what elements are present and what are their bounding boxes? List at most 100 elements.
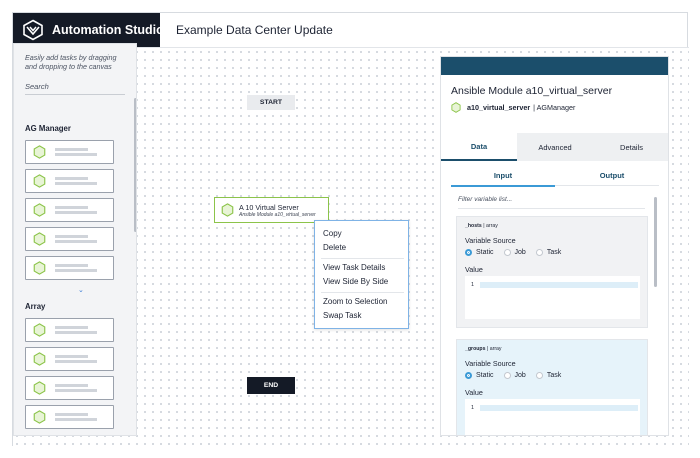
tile-sublabel-placeholder [55, 269, 97, 272]
tile-label-placeholder [55, 384, 88, 387]
tab-output[interactable]: Output [555, 171, 668, 185]
task-details-panel: Ansible Module a10_virtual_server a10_vi… [440, 56, 669, 436]
task-hexagon-icon [33, 232, 46, 246]
section-title-array: Array [25, 302, 46, 311]
tile-sublabel-placeholder [55, 211, 97, 214]
palette-task-tile[interactable] [25, 318, 114, 342]
palette-hint: Easily add tasks by dragging and droppin… [25, 53, 117, 71]
palette-task-tile[interactable] [25, 169, 114, 193]
variable-source-label: Variable Source [465, 236, 516, 245]
task-hexagon-icon [33, 410, 46, 424]
palette-scrollbar[interactable] [134, 98, 136, 232]
tile-sublabel-placeholder [55, 182, 97, 185]
palette-task-tile[interactable] [25, 256, 114, 280]
radio-static[interactable] [465, 249, 472, 256]
tile-label-placeholder [55, 177, 88, 180]
radio-static-label: Static [476, 372, 494, 379]
tile-label-placeholder [55, 148, 88, 151]
input-tab-underline [451, 185, 555, 187]
task-palette: Easily add tasks by dragging and droppin… [13, 43, 137, 436]
section-title-ag-manager: AG Manager [25, 124, 71, 133]
radio-task[interactable] [535, 372, 543, 379]
tile-sublabel-placeholder [55, 418, 97, 421]
tile-label-placeholder [55, 235, 88, 238]
line-number: 1 [471, 282, 475, 288]
line-number: 1 [471, 405, 475, 411]
task-node-title: A 10 Virtual Server [239, 203, 299, 212]
menu-separator [321, 258, 404, 259]
panel-scrollbar[interactable] [654, 197, 657, 287]
tile-sublabel-placeholder [55, 389, 97, 392]
active-line-highlight [480, 405, 638, 411]
variable-card-groups: _groups | array Variable Source Static J… [456, 339, 648, 435]
task-node-subtitle: Ansible Module a10_virtual_server [239, 212, 316, 218]
radio-task[interactable] [535, 249, 543, 256]
tile-label-placeholder [55, 355, 88, 358]
task-hexagon-icon [33, 261, 46, 275]
start-node[interactable]: START [247, 95, 295, 110]
menu-item-delete[interactable]: Delete [323, 243, 346, 252]
task-hexagon-icon [33, 381, 46, 395]
value-label: Value [465, 265, 483, 274]
radio-task-label: Task [546, 372, 562, 379]
radio-task-label: Task [546, 249, 562, 256]
palette-task-tile[interactable] [25, 376, 114, 400]
palette-task-tile[interactable] [25, 198, 114, 222]
output-tab-underline [555, 185, 659, 186]
variable-name: _groups | array [465, 346, 502, 352]
panel-header-bar [441, 57, 668, 75]
palette-task-tile[interactable] [25, 405, 114, 429]
menu-item-copy[interactable]: Copy [323, 229, 342, 238]
variable-source-label: Variable Source [465, 359, 516, 368]
chevron-down-icon[interactable]: ⌄ [78, 286, 84, 294]
page-title: Example Data Center Update [176, 23, 333, 37]
tile-sublabel-placeholder [55, 240, 97, 243]
task-hexagon-icon [33, 352, 46, 366]
module-name: a10_virtual_server [467, 103, 531, 112]
palette-task-tile[interactable] [25, 140, 114, 164]
end-node[interactable]: END [247, 377, 295, 394]
tile-label-placeholder [55, 206, 88, 209]
context-menu: Copy Delete View Task Details View Side … [314, 220, 409, 329]
task-hexagon-icon [221, 203, 234, 217]
tile-label-placeholder [55, 326, 88, 329]
tab-advanced[interactable]: Advanced [517, 133, 593, 161]
brand-bar[interactable]: Automation Studio [13, 13, 164, 47]
tab-details[interactable]: Details [593, 133, 668, 161]
tile-sublabel-placeholder [55, 153, 97, 156]
tile-sublabel-placeholder [55, 331, 97, 334]
radio-job[interactable] [503, 249, 511, 256]
radio-static[interactable] [465, 372, 472, 379]
palette-search-input[interactable]: Search [25, 82, 125, 95]
active-line-highlight [480, 282, 638, 288]
task-hexagon-icon [33, 145, 46, 159]
menu-item-view-side-by-side[interactable]: View Side By Side [323, 277, 388, 286]
menu-item-zoom-to-selection[interactable]: Zoom to Selection [323, 297, 387, 306]
task-hexagon-icon [33, 203, 46, 217]
panel-module-info: a10_virtual_server | AGManager [451, 102, 575, 113]
menu-item-view-task-details[interactable]: View Task Details [323, 263, 385, 272]
filter-variable-input[interactable]: Filter variable list... [458, 196, 645, 209]
value-editor[interactable]: 1 [465, 399, 640, 435]
task-node-a10-virtual-server[interactable]: A 10 Virtual Server Ansible Module a10_v… [214, 197, 329, 223]
value-editor[interactable]: 1 [465, 276, 640, 319]
automation-studio-logo-icon [23, 19, 43, 41]
tile-label-placeholder [55, 413, 88, 416]
task-hexagon-icon [33, 323, 46, 337]
variable-card-hosts: _hosts | array Variable Source Static Jo… [456, 216, 648, 328]
tab-input[interactable]: Input [451, 171, 555, 185]
task-hexagon-icon [451, 102, 461, 113]
variable-name: _hosts | array [465, 223, 498, 229]
radio-job-label: Job [514, 249, 526, 256]
task-hexagon-icon [33, 174, 46, 188]
menu-separator [321, 292, 404, 293]
palette-task-tile[interactable] [25, 227, 114, 251]
tab-data[interactable]: Data [441, 133, 517, 161]
radio-job[interactable] [503, 372, 511, 379]
brand-name: Automation Studio [52, 23, 164, 37]
palette-task-tile[interactable] [25, 347, 114, 371]
value-label: Value [465, 388, 483, 397]
menu-item-swap-task[interactable]: Swap Task [323, 311, 362, 320]
tile-label-placeholder [55, 264, 88, 267]
radio-job-label: Job [514, 372, 526, 379]
